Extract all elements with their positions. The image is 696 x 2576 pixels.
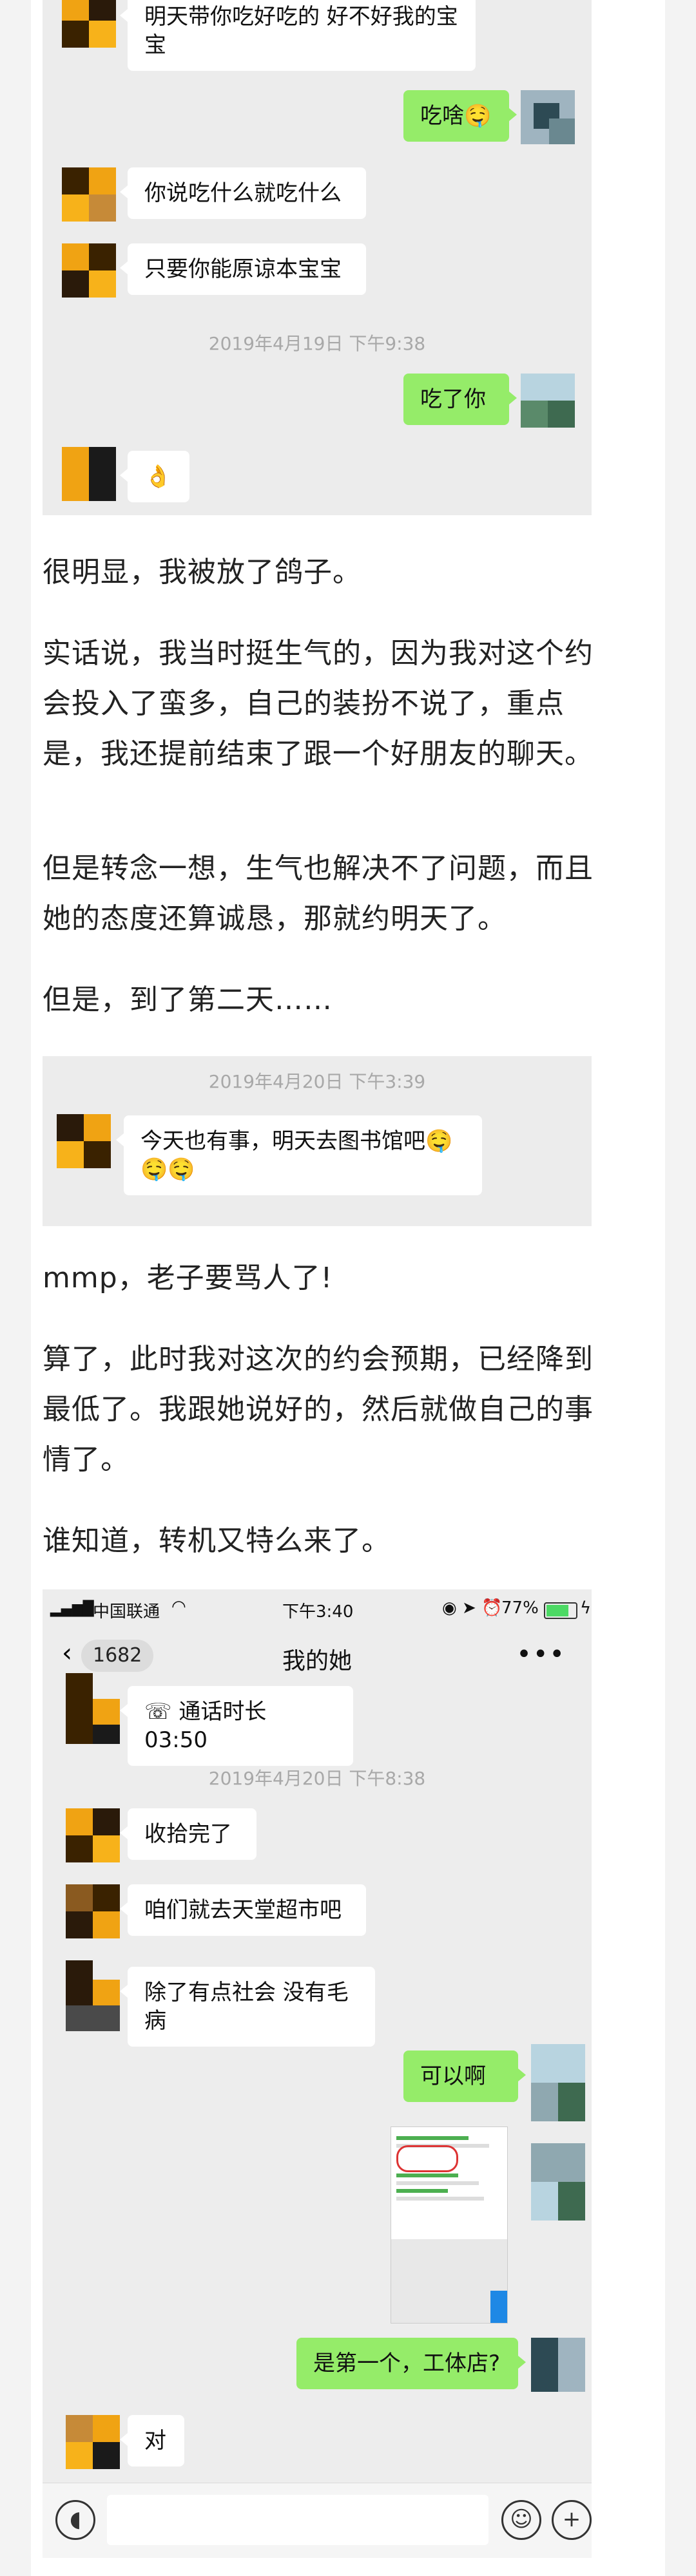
message-bubble-her: 对 — [120, 2415, 184, 2467]
her-avatar — [62, 243, 116, 298]
message-bubble-her: 👌 — [120, 451, 189, 502]
more-options-icon[interactable]: ••• — [516, 1640, 566, 1669]
message-text: 收拾完了 — [144, 1821, 232, 1847]
message-bubble-her: 除了有点社会 没有毛病 — [120, 1967, 375, 2047]
message-bubble-me: 可以啊 — [403, 2050, 526, 2102]
message-input[interactable] — [107, 2495, 488, 2545]
article-paragraph: 但是，到了第二天…… — [43, 983, 333, 1016]
her-avatar — [66, 1884, 120, 1938]
my-avatar — [531, 2338, 585, 2392]
her-avatar — [62, 167, 116, 222]
phone-icon: ☏ — [144, 1699, 179, 1725]
chat-timestamp: 2019年4月20日 下午8:38 — [208, 1768, 426, 1789]
message-bubble-her: 收拾完了 — [120, 1808, 256, 1860]
message-text: 吃了你 — [420, 386, 486, 412]
message-bubble-her: 明天带你吃好吃的 好不好我的宝宝 — [120, 0, 476, 71]
time-label: 下午3:40 — [282, 1602, 354, 1622]
call-record-bubble: ☏ 通话时长 03:50 — [120, 1686, 353, 1766]
article-paragraph: 很明显，我被放了鸽子。 — [43, 556, 362, 589]
message-text: 明天带你吃好吃的 好不好我的宝宝 — [144, 4, 458, 58]
her-avatar — [62, 0, 116, 48]
chat-navbar: ‹ 1682 我的她 ••• — [43, 1631, 592, 1682]
chat-timestamp: 2019年4月20日 下午3:39 — [208, 1071, 426, 1092]
her-avatar — [62, 447, 116, 501]
location-icon: ◉ ➤ ⏰ — [442, 1598, 503, 1618]
message-text: 只要你能原谅本宝宝 — [144, 256, 342, 282]
her-avatar — [66, 1673, 120, 1744]
chat-timestamp: 2019年4月19日 下午9:38 — [208, 333, 426, 354]
message-bubble-me: 吃了你 — [403, 374, 517, 425]
message-text: 除了有点社会 没有毛病 — [144, 1980, 349, 2034]
phone-chat-screenshot: ▂▄▆█ 中国联通 ◠ 下午3:40 ◉ ➤ ⏰ 77% ϟ ‹ 1682 我的… — [43, 1589, 592, 2558]
chat-title: 我的她 — [282, 1648, 352, 1674]
wifi-icon: ◠ — [171, 1597, 186, 1616]
her-avatar — [57, 1114, 111, 1168]
message-bubble-me: 是第一个，工体店? — [296, 2338, 526, 2389]
signal-icon: ▂▄▆█ — [50, 1601, 94, 1617]
message-text: 吃啥🤤 — [420, 103, 492, 129]
page-right-margin — [665, 0, 696, 2576]
message-text: 你说吃什么就吃什么 — [144, 180, 342, 206]
my-avatar — [521, 374, 575, 428]
article-paragraph: mmp，老子要骂人了! — [43, 1262, 333, 1294]
battery-percent: 77% — [501, 1598, 539, 1618]
add-icon[interactable]: + — [552, 2500, 592, 2540]
message-text: 是第一个，工体店? — [313, 2351, 501, 2376]
message-text: 咱们就去天堂超市吧 — [144, 1897, 342, 1923]
emoji-icon[interactable]: ☺ — [501, 2500, 541, 2540]
screenshot-image-message[interactable] — [391, 2126, 508, 2324]
chat-screenshot-2: 2019年4月20日 下午3:39 今天也有事，明天去图书馆吧🤤🤤🤤 — [43, 1056, 592, 1226]
message-text: 👌 — [144, 464, 172, 489]
message-text: 对 — [144, 2428, 166, 2454]
status-bar: ▂▄▆█ 中国联通 ◠ 下午3:40 ◉ ➤ ⏰ 77% ϟ — [43, 1589, 592, 1631]
message-text: 今天也有事，明天去图书馆吧🤤🤤🤤 — [140, 1128, 453, 1182]
charging-icon: ϟ — [580, 1598, 592, 1618]
message-input-bar: ◖ ☺ + — [43, 2483, 592, 2558]
article-paragraph: 谁知道，转机又特么来了。 — [43, 1524, 391, 1557]
message-bubble-me: 吃啥🤤 — [403, 90, 517, 142]
message-bubble-her: 咱们就去天堂超市吧 — [120, 1884, 366, 1936]
battery-icon — [544, 1602, 577, 1619]
article-paragraph: 实话说，我当时挺生气的，因为我对这个约会投入了蛮多，自己的装扮不说了，重点是，我… — [43, 637, 594, 770]
her-avatar — [66, 2415, 120, 2469]
message-text: 可以啊 — [420, 2063, 486, 2089]
my-avatar — [531, 2044, 585, 2121]
message-bubble-her: 只要你能原谅本宝宝 — [120, 243, 366, 295]
carrier-label: 中国联通 — [93, 1602, 160, 1622]
my-avatar — [521, 90, 575, 144]
page-left-margin — [0, 0, 31, 2576]
her-avatar — [66, 1808, 120, 1862]
article-paragraph: 算了，此时我对这次的约会预期，已经降到最低了。我跟她说好的，然后就做自己的事情了… — [43, 1343, 594, 1476]
message-bubble-her: 你说吃什么就吃什么 — [120, 167, 366, 219]
message-bubble-her: 今天也有事，明天去图书馆吧🤤🤤🤤 — [116, 1115, 482, 1195]
voice-icon[interactable]: ◖ — [55, 2500, 95, 2540]
her-avatar — [66, 1960, 120, 2031]
article-paragraph: 但是转念一想，生气也解决不了问题，而且她的态度还算诚恳，那就约明天了。 — [43, 852, 594, 935]
my-avatar — [531, 2143, 585, 2221]
chat-screenshot-1: 明天带你吃好吃的 好不好我的宝宝 吃啥🤤 你说吃什么就吃什么 只要你能原谅本宝宝… — [43, 0, 592, 515]
